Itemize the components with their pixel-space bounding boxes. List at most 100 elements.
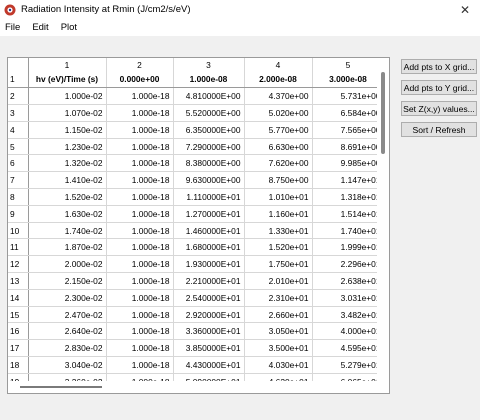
table-cell[interactable]: 1.318e+01: [312, 188, 385, 206]
table-cell[interactable]: 1.000e-18: [106, 121, 174, 139]
row-number[interactable]: 13: [8, 272, 29, 290]
table-cell[interactable]: 3.482e+01: [312, 306, 385, 324]
table-cell[interactable]: 4.595e+01: [312, 339, 385, 358]
table-cell[interactable]: 3.850000E+01: [173, 339, 245, 358]
table-cell[interactable]: 1.520e+01: [244, 238, 313, 257]
table-cell[interactable]: 1.000e-18: [106, 238, 174, 257]
table-cell[interactable]: 1.999e+01: [312, 238, 385, 257]
header-cell[interactable]: 3.000e-08: [312, 71, 385, 89]
table-cell[interactable]: 7.290000E+00: [173, 138, 245, 156]
row-number[interactable]: 15: [8, 306, 29, 324]
table-cell[interactable]: 1.750e+01: [244, 255, 313, 274]
table-cell[interactable]: 1.000e-18: [106, 322, 174, 341]
table-cell[interactable]: 1.150e-02: [28, 121, 107, 139]
table-cell[interactable]: 2.210000E+01: [173, 272, 245, 290]
table-cell[interactable]: 5.020e+00: [244, 104, 313, 122]
header-cell[interactable]: 2.000e-08: [244, 71, 313, 89]
table-cell[interactable]: 1.147e+01: [312, 171, 385, 190]
row-number[interactable]: 16: [8, 322, 29, 341]
horizontal-scrollbar[interactable]: [8, 381, 379, 393]
table-cell[interactable]: 4.370e+00: [244, 87, 313, 106]
table-cell[interactable]: 4.430000E+01: [173, 356, 245, 374]
column-number[interactable]: 1: [28, 58, 107, 71]
table-cell[interactable]: 2.296e+01: [312, 255, 385, 274]
table-cell[interactable]: 1.110000E+01: [173, 188, 245, 206]
table-cell[interactable]: 1.010e+01: [244, 188, 313, 206]
table-cell[interactable]: 1.410e-02: [28, 171, 107, 190]
table-cell[interactable]: 2.660e+01: [244, 306, 313, 324]
table-cell[interactable]: 9.985e+00: [312, 154, 385, 173]
row-number[interactable]: 4: [8, 121, 29, 139]
row-number[interactable]: 10: [8, 222, 29, 240]
table-cell[interactable]: 2.638e+01: [312, 272, 385, 290]
table-cell[interactable]: 3.500e+01: [244, 339, 313, 358]
row-number[interactable]: 9: [8, 205, 29, 223]
table-cell[interactable]: 1.160e+01: [244, 205, 313, 223]
add-x-grid-button[interactable]: Add pts to X grid...: [401, 59, 477, 74]
table-cell[interactable]: 1.000e-18: [106, 205, 174, 223]
table-cell[interactable]: 9.630000E+00: [173, 171, 245, 190]
table-cell[interactable]: 1.070e-02: [28, 104, 107, 122]
row-number[interactable]: 18: [8, 356, 29, 374]
table-cell[interactable]: 2.920000E+01: [173, 306, 245, 324]
table-cell[interactable]: 7.620e+00: [244, 154, 313, 173]
table-cell[interactable]: 1.460000E+01: [173, 222, 245, 240]
table-cell[interactable]: 5.770e+00: [244, 121, 313, 139]
row-number[interactable]: 1: [8, 71, 29, 89]
table-cell[interactable]: 1.000e-18: [106, 306, 174, 324]
table-cell[interactable]: 1.000e-02: [28, 87, 107, 106]
add-y-grid-button[interactable]: Add pts to Y grid...: [401, 80, 477, 95]
table-cell[interactable]: 8.380000E+00: [173, 154, 245, 173]
column-number[interactable]: 5: [312, 58, 385, 71]
header-cell[interactable]: hv (eV)/Time (s): [28, 71, 107, 89]
table-cell[interactable]: 5.731e+00: [312, 87, 385, 106]
table-cell[interactable]: 2.010e+01: [244, 272, 313, 290]
column-number[interactable]: 4: [244, 58, 313, 71]
row-number[interactable]: 3: [8, 104, 29, 122]
table-cell[interactable]: 1.740e+01: [312, 222, 385, 240]
vertical-scrollbar[interactable]: [377, 58, 389, 393]
row-number[interactable]: 12: [8, 255, 29, 274]
table-cell[interactable]: 1.000e-18: [106, 87, 174, 106]
table-cell[interactable]: 1.000e-18: [106, 154, 174, 173]
horizontal-scroll-thumb[interactable]: [20, 386, 102, 388]
row-number[interactable]: 6: [8, 154, 29, 173]
table-cell[interactable]: 1.740e-02: [28, 222, 107, 240]
row-number[interactable]: 8: [8, 188, 29, 206]
row-number[interactable]: 11: [8, 238, 29, 257]
table-cell[interactable]: 2.300e-02: [28, 289, 107, 307]
table-cell[interactable]: 1.000e-18: [106, 188, 174, 206]
menu-edit[interactable]: Edit: [30, 22, 54, 33]
row-number[interactable]: 2: [8, 87, 29, 106]
row-number[interactable]: 7: [8, 171, 29, 190]
table-cell[interactable]: 6.350000E+00: [173, 121, 245, 139]
table-cell[interactable]: 4.810000E+00: [173, 87, 245, 106]
table-cell[interactable]: 7.565e+00: [312, 121, 385, 139]
data-grid[interactable]: 1 2 3 4 5 1 hv (eV)/Time (s) 0.000e+00 1…: [7, 57, 390, 394]
table-cell[interactable]: 1.000e-18: [106, 272, 174, 290]
table-cell[interactable]: 1.520e-02: [28, 188, 107, 206]
table-cell[interactable]: 2.470e-02: [28, 306, 107, 324]
table-cell[interactable]: 3.031e+01: [312, 289, 385, 307]
table-cell[interactable]: 2.310e+01: [244, 289, 313, 307]
table-cell[interactable]: 2.540000E+01: [173, 289, 245, 307]
vertical-scroll-thumb[interactable]: [381, 72, 385, 154]
table-cell[interactable]: 2.000e-02: [28, 255, 107, 274]
header-cell[interactable]: 1.000e-08: [173, 71, 245, 89]
menu-file[interactable]: File: [3, 22, 26, 33]
table-cell[interactable]: 1.870e-02: [28, 238, 107, 257]
table-cell[interactable]: 4.000e+01: [312, 322, 385, 341]
table-cell[interactable]: 1.630e-02: [28, 205, 107, 223]
row-number[interactable]: 14: [8, 289, 29, 307]
table-cell[interactable]: 3.050e+01: [244, 322, 313, 341]
table-cell[interactable]: 3.040e-02: [28, 356, 107, 374]
menu-plot[interactable]: Plot: [59, 22, 83, 33]
table-cell[interactable]: 6.630e+00: [244, 138, 313, 156]
table-cell[interactable]: 1.930000E+01: [173, 255, 245, 274]
sort-refresh-button[interactable]: Sort / Refresh: [401, 122, 477, 137]
table-cell[interactable]: 2.640e-02: [28, 322, 107, 341]
table-cell[interactable]: 8.691e+00: [312, 138, 385, 156]
table-cell[interactable]: 2.830e-02: [28, 339, 107, 358]
table-cell[interactable]: 1.320e-02: [28, 154, 107, 173]
table-cell[interactable]: 1.000e-18: [106, 222, 174, 240]
